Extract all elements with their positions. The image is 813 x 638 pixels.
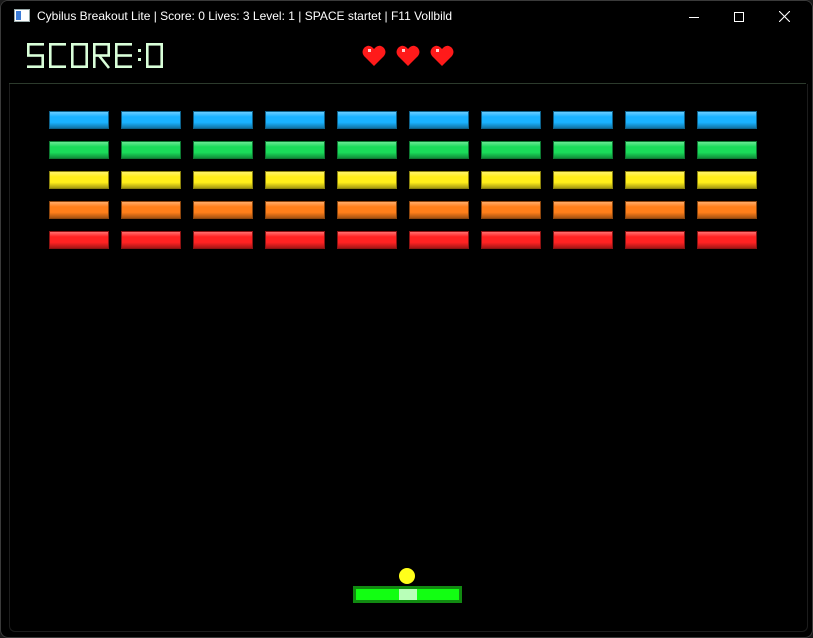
brick-red [265, 231, 325, 249]
brick-yellow [121, 171, 181, 189]
brick-cyan [49, 111, 109, 129]
window-title: Cybilus Breakout Lite | Score: 0 Lives: … [37, 9, 453, 23]
brick-orange [49, 201, 109, 219]
score-text [27, 43, 163, 69]
hud-bar [9, 32, 806, 84]
brick-cyan [553, 111, 613, 129]
brick-yellow [625, 171, 685, 189]
brick-red [553, 231, 613, 249]
close-button[interactable] [761, 1, 807, 32]
heart-icon [362, 45, 386, 66]
heart-icon [396, 45, 420, 66]
title-bar[interactable]: Cybilus Breakout Lite | Score: 0 Lives: … [1, 1, 812, 32]
brick-red [409, 231, 469, 249]
brick-yellow [265, 171, 325, 189]
brick-green [697, 141, 757, 159]
maximize-button[interactable] [716, 1, 762, 32]
brick-green [553, 141, 613, 159]
close-icon [778, 11, 790, 22]
brick-cyan [409, 111, 469, 129]
play-field[interactable] [9, 84, 808, 632]
brick-red [49, 231, 109, 249]
brick-red [481, 231, 541, 249]
brick-cyan [193, 111, 253, 129]
brick-red [121, 231, 181, 249]
brick-cyan [625, 111, 685, 129]
brick-red [337, 231, 397, 249]
brick-green [265, 141, 325, 159]
window-app-icon [14, 9, 30, 22]
ball [399, 568, 415, 584]
brick-green [121, 141, 181, 159]
brick-yellow [193, 171, 253, 189]
brick-cyan [697, 111, 757, 129]
lives-display [362, 45, 454, 66]
brick-orange [553, 201, 613, 219]
brick-orange [697, 201, 757, 219]
heart-icon [430, 45, 454, 66]
brick-green [337, 141, 397, 159]
brick-green [193, 141, 253, 159]
maximize-icon [734, 11, 744, 22]
brick-yellow [49, 171, 109, 189]
brick-red [625, 231, 685, 249]
brick-orange [121, 201, 181, 219]
brick-yellow [697, 171, 757, 189]
brick-cyan [481, 111, 541, 129]
brick-yellow [553, 171, 613, 189]
brick-green [481, 141, 541, 159]
brick-orange [481, 201, 541, 219]
brick-orange [193, 201, 253, 219]
brick-yellow [337, 171, 397, 189]
brick-cyan [337, 111, 397, 129]
brick-orange [409, 201, 469, 219]
brick-green [49, 141, 109, 159]
brick-red [697, 231, 757, 249]
brick-orange [265, 201, 325, 219]
brick-red [193, 231, 253, 249]
brick-green [409, 141, 469, 159]
brick-yellow [481, 171, 541, 189]
brick-orange [337, 201, 397, 219]
paddle-center-highlight [399, 589, 417, 600]
brick-green [625, 141, 685, 159]
brick-yellow [409, 171, 469, 189]
brick-orange [625, 201, 685, 219]
brick-cyan [121, 111, 181, 129]
paddle[interactable] [353, 586, 462, 603]
minimize-icon [689, 16, 699, 18]
score-display [27, 43, 163, 69]
brick-cyan [265, 111, 325, 129]
game-window: Cybilus Breakout Lite | Score: 0 Lives: … [0, 0, 813, 638]
minimize-button[interactable] [671, 1, 717, 32]
